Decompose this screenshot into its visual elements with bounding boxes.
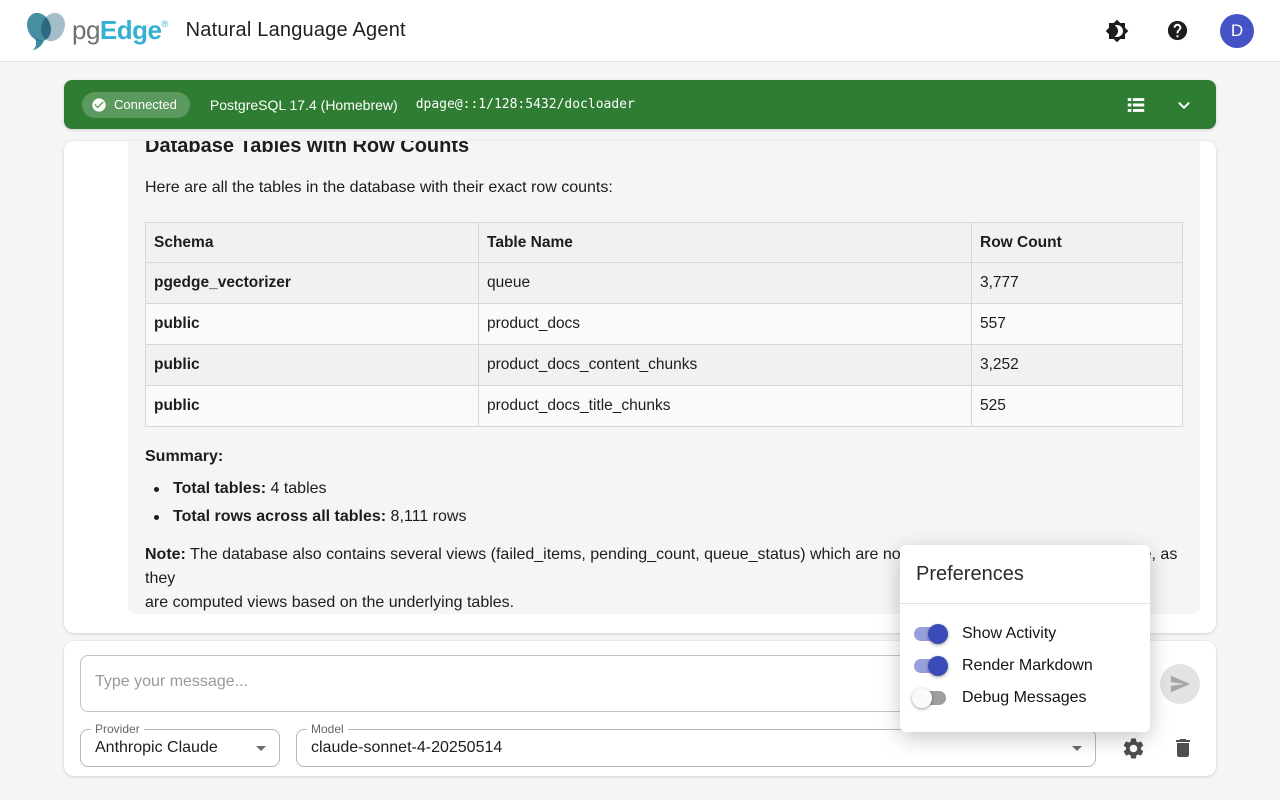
schema-browser-button[interactable] — [1122, 91, 1150, 119]
bullet-bold: Total tables: — [173, 480, 266, 497]
note-bold: Note: — [145, 546, 186, 563]
message-heading: Database Tables with Row Counts — [145, 141, 1183, 158]
provider-label: Provider — [91, 722, 144, 736]
col-header-table-name: Table Name — [479, 223, 972, 263]
cell-table-name: product_docs — [479, 304, 972, 345]
connection-collapse-button[interactable] — [1170, 91, 1198, 119]
wordmark-edge: Edge — [100, 15, 162, 46]
list-item: Total rows across all tables: 8,111 rows — [145, 503, 1183, 531]
render-markdown-switch[interactable] — [912, 656, 948, 676]
header-actions: D — [1100, 14, 1254, 48]
registered-mark: ® — [162, 19, 168, 29]
show-activity-switch[interactable] — [912, 624, 948, 644]
send-icon — [1169, 673, 1191, 695]
help-button[interactable] — [1160, 14, 1194, 48]
table-row: public product_docs 557 — [146, 304, 1183, 345]
connection-bar: Connected PostgreSQL 17.4 (Homebrew) dpa… — [64, 80, 1216, 129]
page-title: Natural Language Agent — [186, 19, 406, 42]
app-header: pgEdge® Natural Language Agent D — [0, 0, 1280, 62]
preferences-title: Preferences — [900, 545, 1150, 603]
connection-bar-actions — [1122, 91, 1198, 119]
app-window: pgEdge® Natural Language Agent D — [0, 0, 1280, 800]
table-row: pgedge_vectorizer queue 3,777 — [146, 263, 1183, 304]
connection-string: dpage@::1/128:5432/docloader — [416, 97, 635, 112]
model-label: Model — [307, 722, 348, 736]
preferences-list: Show Activity Render Markdown Debug Mess… — [900, 604, 1150, 724]
table-row: public product_docs_title_chunks 525 — [146, 386, 1183, 427]
bullet-text: 4 tables — [266, 480, 326, 497]
col-header-schema: Schema — [146, 223, 479, 263]
check-circle-icon — [91, 97, 107, 113]
toggle-label: Render Markdown — [962, 657, 1093, 675]
toggle-render-markdown[interactable]: Render Markdown — [912, 650, 1138, 682]
brightness-icon — [1105, 19, 1129, 43]
table-row: public product_docs_content_chunks 3,252 — [146, 345, 1183, 386]
note-line2: are computed views based on the underlyi… — [145, 594, 514, 611]
cell-row-count: 3,252 — [972, 345, 1183, 386]
trash-icon — [1171, 736, 1195, 760]
cell-schema: public — [146, 304, 479, 345]
avatar-initial: D — [1231, 21, 1243, 41]
user-avatar[interactable]: D — [1220, 14, 1254, 48]
bullet-bold: Total rows across all tables: — [173, 508, 386, 525]
chevron-down-icon — [1173, 94, 1195, 116]
toggle-label: Show Activity — [962, 625, 1056, 643]
provider-select[interactable]: Provider Anthropic Claude — [80, 729, 280, 767]
toggle-label: Debug Messages — [962, 689, 1087, 707]
table-list-icon — [1125, 94, 1147, 116]
cell-schema: public — [146, 386, 479, 427]
debug-messages-switch[interactable] — [912, 688, 948, 708]
cell-schema: public — [146, 345, 479, 386]
settings-button[interactable] — [1115, 730, 1151, 766]
assistant-message-bubble: Database Tables with Row Counts Here are… — [128, 141, 1200, 614]
send-button[interactable] — [1160, 664, 1200, 704]
cell-row-count: 525 — [972, 386, 1183, 427]
toggle-debug-messages[interactable]: Debug Messages — [912, 682, 1138, 714]
caret-down-icon — [249, 736, 273, 760]
row-counts-table: Schema Table Name Row Count pgedge_vecto… — [145, 222, 1183, 427]
connection-status-badge: Connected — [82, 92, 190, 118]
list-item: Total tables: 4 tables — [145, 475, 1183, 503]
table-header-row: Schema Table Name Row Count — [146, 223, 1183, 263]
pgedge-wordmark: pgEdge® — [72, 15, 168, 46]
gear-icon — [1121, 736, 1146, 761]
theme-toggle-button[interactable] — [1100, 14, 1134, 48]
col-header-row-count: Row Count — [972, 223, 1183, 263]
cell-table-name: product_docs_title_chunks — [479, 386, 972, 427]
model-value: claude-sonnet-4-20250514 — [311, 739, 502, 757]
provider-value: Anthropic Claude — [95, 739, 218, 757]
cell-schema: pgedge_vectorizer — [146, 263, 479, 304]
cell-table-name: queue — [479, 263, 972, 304]
caret-down-icon — [1065, 736, 1089, 760]
pgedge-logo: pgEdge® — [24, 11, 168, 51]
clear-chat-button[interactable] — [1165, 730, 1201, 766]
connection-status-label: Connected — [114, 97, 177, 112]
cell-row-count: 3,777 — [972, 263, 1183, 304]
model-select[interactable]: Model claude-sonnet-4-20250514 — [296, 729, 1096, 767]
preferences-popup: Preferences Show Activity Render Markdow… — [900, 545, 1150, 732]
server-version-label: PostgreSQL 17.4 (Homebrew) — [210, 97, 398, 113]
message-intro: Here are all the tables in the database … — [145, 178, 1183, 197]
bullet-text: 8,111 rows — [386, 508, 466, 525]
help-icon — [1166, 19, 1189, 42]
toggle-show-activity[interactable]: Show Activity — [912, 618, 1138, 650]
summary-list: Total tables: 4 tables Total rows across… — [145, 475, 1183, 531]
cell-table-name: product_docs_content_chunks — [479, 345, 972, 386]
cell-row-count: 557 — [972, 304, 1183, 345]
wordmark-pg: pg — [72, 15, 100, 46]
summary-heading: Summary: — [145, 447, 1183, 466]
pgedge-heart-icon — [24, 11, 70, 51]
